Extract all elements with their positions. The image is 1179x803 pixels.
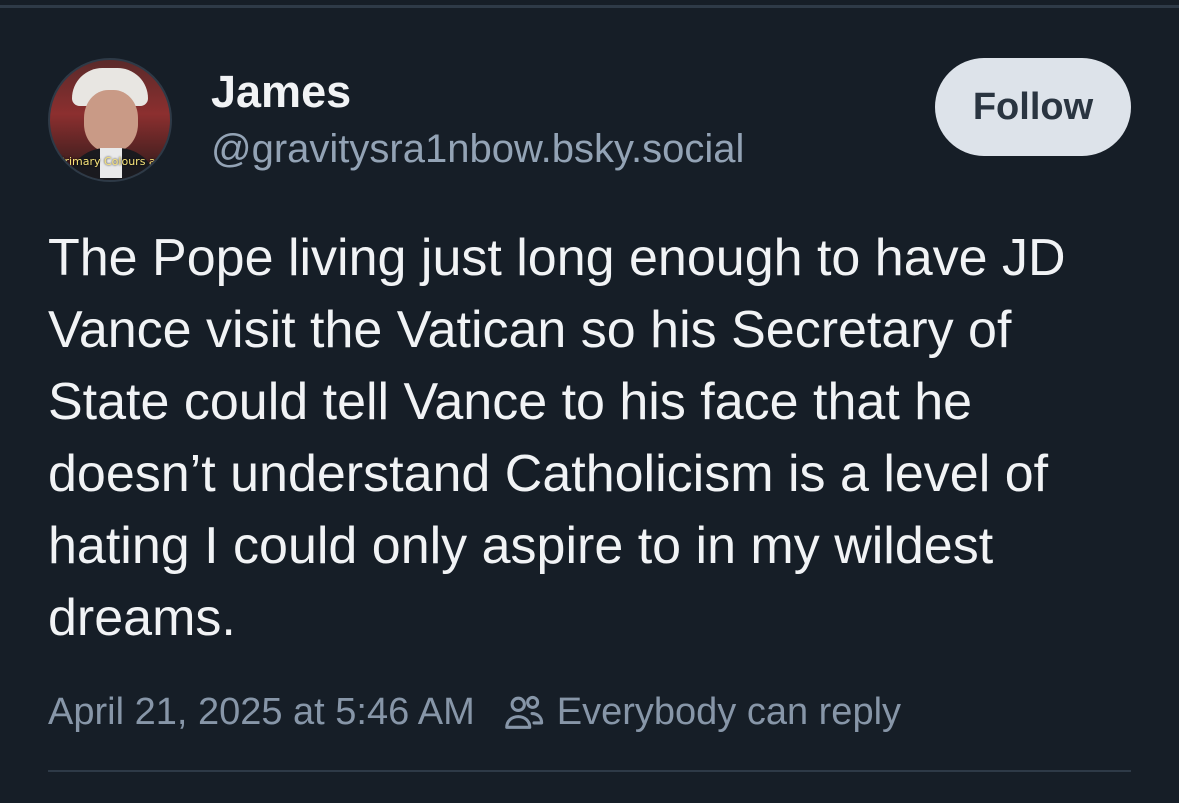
top-divider xyxy=(0,0,1179,8)
avatar-face xyxy=(84,90,138,152)
people-icon xyxy=(504,695,543,729)
avatar[interactable]: Primary Colours are xyxy=(48,58,172,182)
post-timestamp[interactable]: April 21, 2025 at 5:46 AM xyxy=(48,691,475,734)
avatar-caption: Primary Colours are xyxy=(58,155,167,168)
follow-button[interactable]: Follow xyxy=(935,58,1131,156)
reply-setting: Everybody can reply xyxy=(501,689,901,735)
bottom-divider xyxy=(48,770,1131,772)
author-display-name[interactable]: James xyxy=(211,66,351,118)
post-meta: April 21, 2025 at 5:46 AM Everybody can … xyxy=(48,686,901,738)
post-text: The Pope living just long enough to have… xyxy=(48,229,1066,647)
reply-setting-label: Everybody can reply xyxy=(556,690,902,733)
post-thread-view: Primary Colours are James @gravitysra1nb… xyxy=(0,0,1179,803)
author-handle[interactable]: @gravitysra1nbow.bsky.social xyxy=(211,124,744,174)
